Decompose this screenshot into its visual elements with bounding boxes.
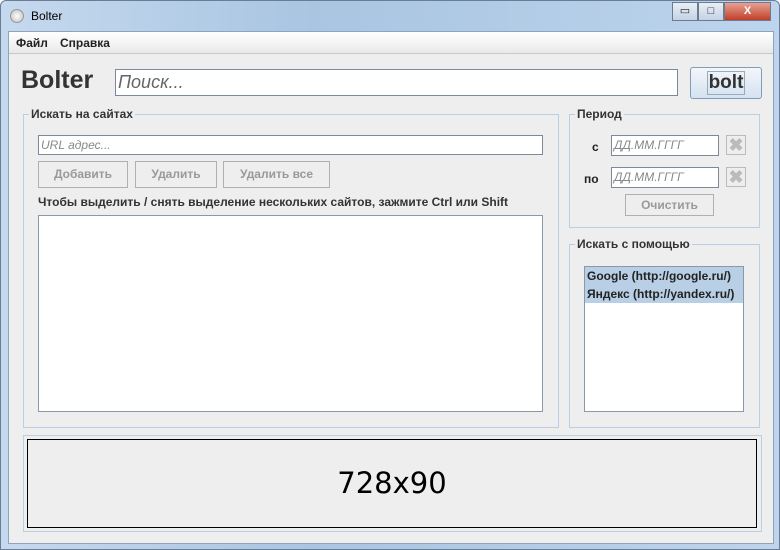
app-icon: [10, 9, 24, 23]
period-group: Период с ДД.ММ.ГГГГ ✖ по ДД.ММ.ГГГГ ✖ Оч…: [569, 107, 760, 228]
ad-banner[interactable]: 728x90: [27, 439, 757, 528]
engines-group: Искать с помощью Google (http://google.r…: [569, 237, 760, 428]
add-button[interactable]: Добавить: [38, 161, 128, 188]
minimize-button[interactable]: ▭: [672, 2, 698, 21]
banner-frame: 728x90: [23, 435, 762, 532]
close-button[interactable]: X: [724, 2, 771, 21]
engines-list[interactable]: Google (http://google.ru/) Яндекс (http:…: [584, 266, 744, 412]
engine-item-yandex[interactable]: Яндекс (http://yandex.ru/): [585, 285, 743, 303]
selection-hint: Чтобы выделить / снять выделение несколь…: [38, 195, 509, 209]
menu-bar: Файл Справка: [9, 32, 773, 54]
window-title: Bolter: [31, 9, 63, 23]
engines-group-label: Искать с помощью: [575, 237, 692, 251]
maximize-button[interactable]: □: [698, 2, 724, 21]
clear-to-icon[interactable]: ✖: [726, 167, 746, 187]
from-label: с: [592, 140, 599, 154]
clear-period-button[interactable]: Очистить: [625, 194, 714, 216]
date-to-input[interactable]: ДД.ММ.ГГГГ: [611, 167, 719, 188]
clear-from-icon[interactable]: ✖: [726, 135, 746, 155]
bolt-label: bolt: [706, 71, 746, 95]
app-logo: Bolter: [21, 66, 94, 94]
delete-all-button[interactable]: Удалить все: [223, 161, 330, 188]
menu-help[interactable]: Справка: [60, 36, 110, 50]
url-input[interactable]: URL адрес...: [38, 135, 543, 155]
to-label: по: [584, 172, 599, 186]
sites-list[interactable]: [38, 215, 543, 412]
period-group-label: Период: [575, 107, 624, 121]
title-bar: Bolter ▭ □ X: [1, 1, 780, 31]
sites-group-label: Искать на сайтах: [29, 107, 135, 121]
search-input[interactable]: Поиск...: [115, 69, 678, 96]
engine-item-google[interactable]: Google (http://google.ru/): [585, 267, 743, 285]
delete-button[interactable]: Удалить: [135, 161, 217, 188]
client-area: Файл Справка Bolter Поиск... bolt Искать…: [8, 31, 774, 544]
menu-file[interactable]: Файл: [16, 36, 48, 50]
sites-group: Искать на сайтах URL адрес... Добавить У…: [23, 107, 559, 428]
date-from-input[interactable]: ДД.ММ.ГГГГ: [611, 135, 719, 156]
app-window: Bolter ▭ □ X Файл Справка Bolter Поиск..…: [0, 0, 780, 550]
bolt-button[interactable]: bolt: [690, 67, 762, 99]
